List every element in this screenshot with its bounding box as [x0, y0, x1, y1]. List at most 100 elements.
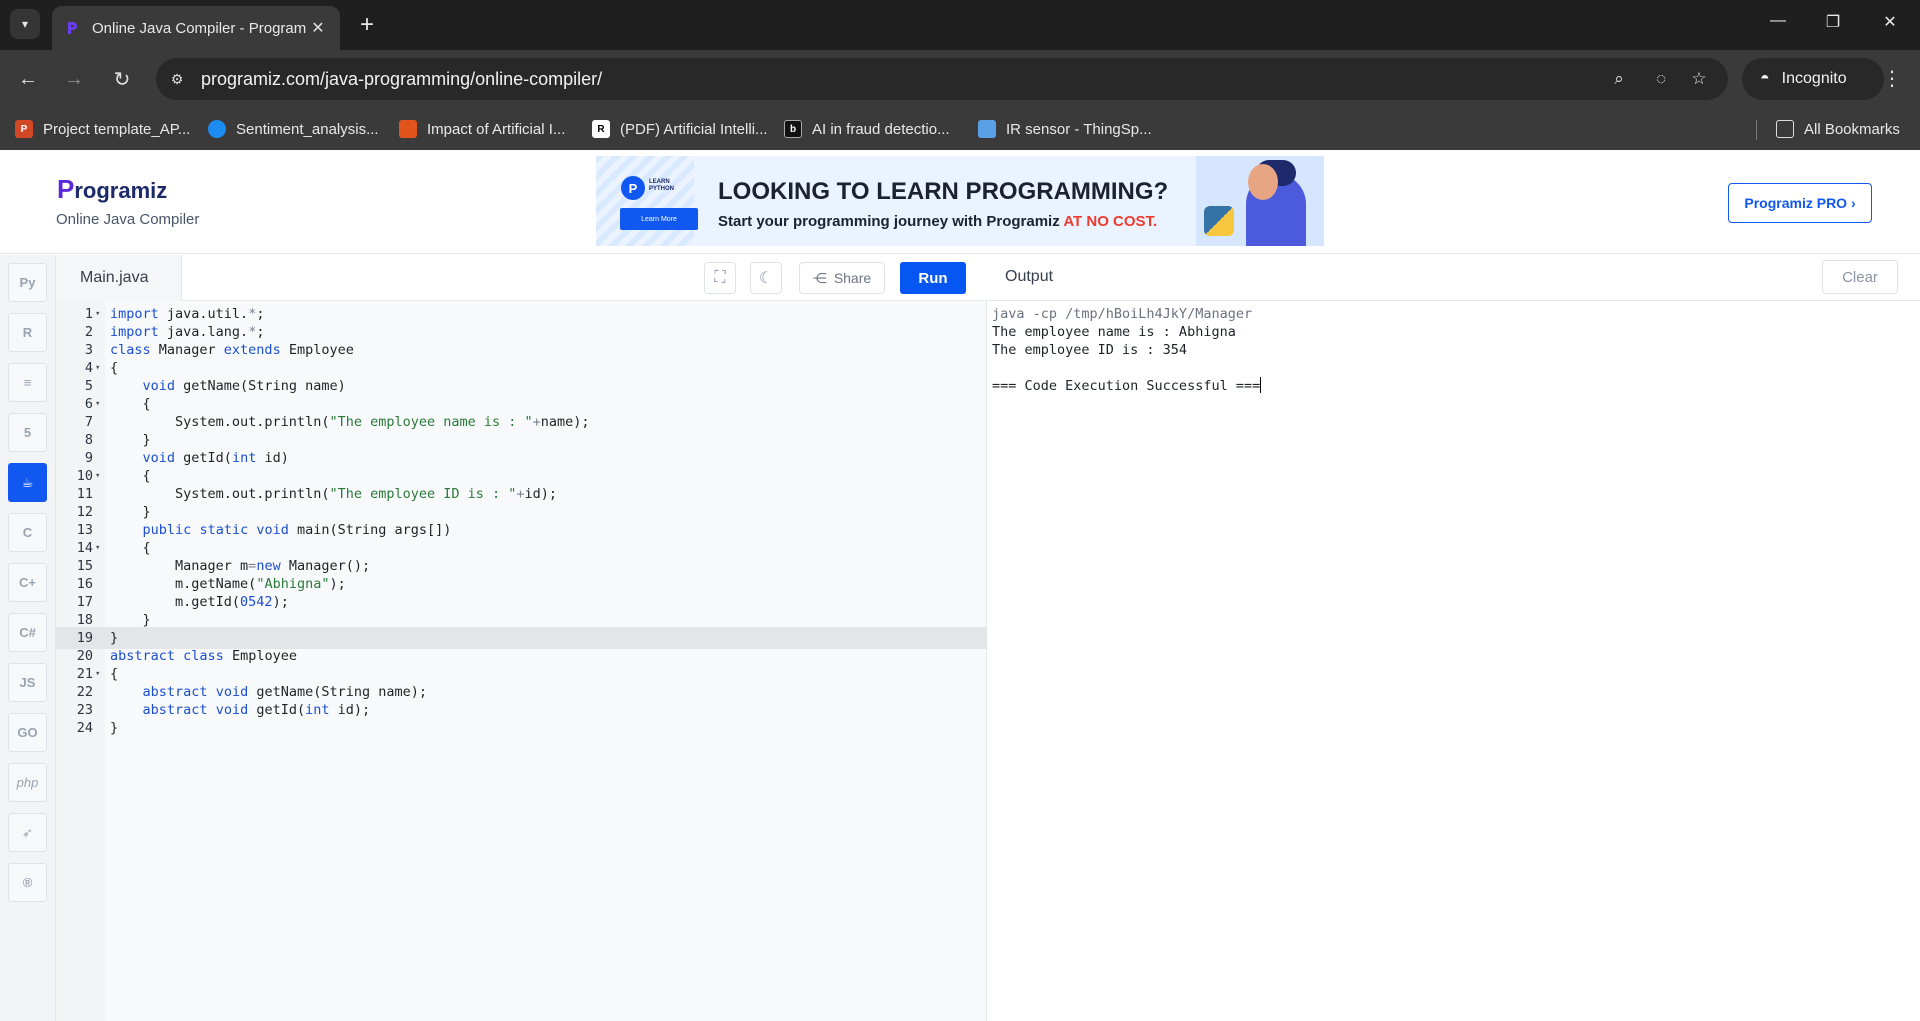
output-title: Output: [1005, 268, 1054, 285]
banner-subtext-highlight: AT NO COST.: [1063, 213, 1158, 230]
folder-icon: [1776, 120, 1794, 138]
minimize-icon[interactable]: —: [1768, 12, 1788, 30]
line-number: 24: [76, 720, 93, 736]
eye-slash-icon[interactable]: ◌: [1650, 68, 1672, 90]
article-icon: [399, 120, 417, 138]
cpp-icon[interactable]: C+: [8, 563, 47, 602]
python-icon[interactable]: Py: [8, 263, 47, 302]
bookmarks-divider: [1756, 120, 1757, 140]
learn-python-logo-icon: P: [621, 176, 645, 200]
programiz-pro-button[interactable]: Programiz PRO ›: [1728, 183, 1872, 223]
code-line[interactable]: 24}: [56, 717, 987, 739]
bookmark-b-icon: b: [784, 120, 802, 138]
code-editor[interactable]: 1 ▾ import java.util.*; 2 import java.lang.*…: [56, 301, 987, 1021]
language-sidebar: Py R ≡ 5 ☕ C C+ C# JS GO php ➶ ®: [0, 255, 56, 1021]
output-line: The employee ID is : 354: [992, 342, 1188, 358]
clear-output-button[interactable]: Clear: [1822, 260, 1898, 294]
ad-banner[interactable]: P LEARN PYTHON Learn More LOOKING TO LEA…: [596, 156, 1324, 246]
share-button[interactable]: ⋲ Share: [799, 262, 885, 294]
page-subtitle: Online Java Compiler: [56, 211, 200, 228]
bookmark-item[interactable]: Sentiment_analysis...: [208, 118, 379, 140]
thingspeak-icon: [978, 120, 996, 138]
banner-illustration: [1196, 156, 1324, 246]
browser-tab-active[interactable]: Online Java Compiler - Program ✕: [52, 6, 340, 50]
bookmark-item[interactable]: Impact of Artificial I...: [399, 118, 565, 140]
programiz-logo[interactable]: Programiz: [57, 174, 167, 205]
logo-text: rogramiz: [74, 178, 168, 203]
bookmark-item[interactable]: IR sensor - ThingSp...: [978, 118, 1152, 140]
chevron-down-icon: ▾: [21, 17, 29, 31]
bookmark-item[interactable]: P Project template_AP...: [15, 118, 190, 140]
python-logo-icon: [1204, 206, 1234, 236]
reload-icon[interactable]: ↻: [108, 65, 136, 93]
output-header: Output Clear: [988, 255, 1920, 301]
share-icon: ⋲: [812, 269, 827, 286]
javascript-icon[interactable]: JS: [8, 663, 47, 702]
php-icon[interactable]: php: [8, 763, 47, 802]
programiz-favicon-icon: [68, 22, 77, 34]
c-icon[interactable]: C: [8, 513, 47, 552]
incognito-indicator[interactable]: ◓ Incognito: [1742, 58, 1884, 100]
incognito-icon: ◓: [1760, 70, 1770, 87]
bookmark-item[interactable]: b AI in fraud detectio...: [784, 118, 950, 140]
star-icon[interactable]: ☆: [1688, 68, 1710, 90]
all-bookmarks-label: All Bookmarks: [1804, 120, 1900, 138]
address-bar[interactable]: ⚙ programiz.com/java-programming/online-…: [156, 58, 1728, 100]
logo-p: P: [57, 174, 75, 204]
browser-toolbar: ← → ↻ ⚙ programiz.com/java-programming/o…: [0, 50, 1920, 108]
csharp-icon[interactable]: C#: [8, 613, 47, 652]
bookmark-label: Impact of Artificial I...: [427, 120, 566, 138]
tab-title: Online Java Compiler - Program: [92, 19, 307, 37]
back-arrow-icon[interactable]: ←: [14, 65, 42, 93]
go-icon[interactable]: GO: [8, 713, 47, 752]
close-tab-icon[interactable]: ✕: [308, 18, 328, 38]
incognito-label: Incognito: [1781, 70, 1847, 87]
code-text: }: [110, 720, 119, 736]
onedrive-icon: [208, 120, 226, 138]
text-cursor: [1260, 377, 1262, 393]
swift-icon[interactable]: ➶: [8, 813, 47, 852]
bookmark-label: IR sensor - ThingSp...: [1006, 120, 1152, 138]
site-info-icon[interactable]: ⚙: [166, 68, 188, 90]
browser-tab-strip: ▾ Online Java Compiler - Program ✕ + — ❐…: [0, 0, 1920, 50]
bookmark-label: AI in fraud detectio...: [812, 120, 950, 138]
java-icon[interactable]: ☕: [8, 463, 47, 502]
bookmarks-bar: P Project template_AP... Sentiment_analys…: [0, 108, 1920, 150]
bookmark-item[interactable]: R (PDF) Artificial Intelli...: [592, 118, 768, 140]
share-label: Share: [833, 270, 872, 286]
tab-search-button[interactable]: ▾: [10, 9, 40, 39]
banner-stripe: [596, 156, 694, 246]
html-icon[interactable]: 5: [8, 413, 47, 452]
output-console[interactable]: java -cp /tmp/hBoiLh4JkY/Manager The empl…: [988, 301, 1920, 1021]
rust-icon[interactable]: ®: [8, 863, 47, 902]
banner-logo-text: LEARN PYTHON: [649, 179, 675, 192]
restore-icon[interactable]: ❐: [1823, 12, 1843, 32]
bookmark-label: Project template_AP...: [43, 120, 191, 138]
bookmark-label: Sentiment_analysis...: [236, 120, 379, 138]
file-tab-main-java[interactable]: Main.java: [56, 255, 182, 301]
moon-icon: ☾: [758, 270, 774, 287]
output-line: === Code Execution Successful ===: [992, 377, 1262, 394]
dark-mode-button[interactable]: ☾: [750, 262, 782, 294]
forward-arrow-icon[interactable]: →: [60, 65, 88, 93]
fullscreen-icon: ⛶: [714, 269, 726, 286]
new-tab-button[interactable]: +: [352, 10, 382, 40]
banner-headline: LOOKING TO LEARN PROGRAMMING?: [718, 178, 1169, 205]
researchgate-icon: R: [592, 120, 610, 138]
address-url[interactable]: programiz.com/java-programming/online-co…: [201, 69, 602, 90]
browser-menu-icon[interactable]: ⋮: [1882, 66, 1902, 91]
fullscreen-button[interactable]: ⛶: [704, 262, 736, 294]
sql-icon[interactable]: ≡: [8, 363, 47, 402]
banner-subtext: Start your programming journey with Prog…: [718, 213, 1157, 230]
run-button[interactable]: Run: [900, 262, 966, 294]
close-window-icon[interactable]: ✕: [1880, 12, 1900, 32]
banner-learn-more-button[interactable]: Learn More: [620, 208, 698, 230]
zoom-icon[interactable]: ⌕: [1608, 68, 1630, 90]
banner-subtext-plain: Start your programming journey with Prog…: [718, 213, 1064, 230]
all-bookmarks-button[interactable]: All Bookmarks: [1776, 118, 1900, 140]
editor-toolbar: Main.java ⛶ ☾ ⋲ Share Run: [56, 255, 987, 301]
bookmark-label: (PDF) Artificial Intelli...: [620, 120, 768, 138]
powerpoint-icon: P: [15, 120, 33, 138]
site-header: Programiz Online Java Compiler P LEARN P…: [0, 150, 1920, 254]
r-icon[interactable]: R: [8, 313, 47, 352]
